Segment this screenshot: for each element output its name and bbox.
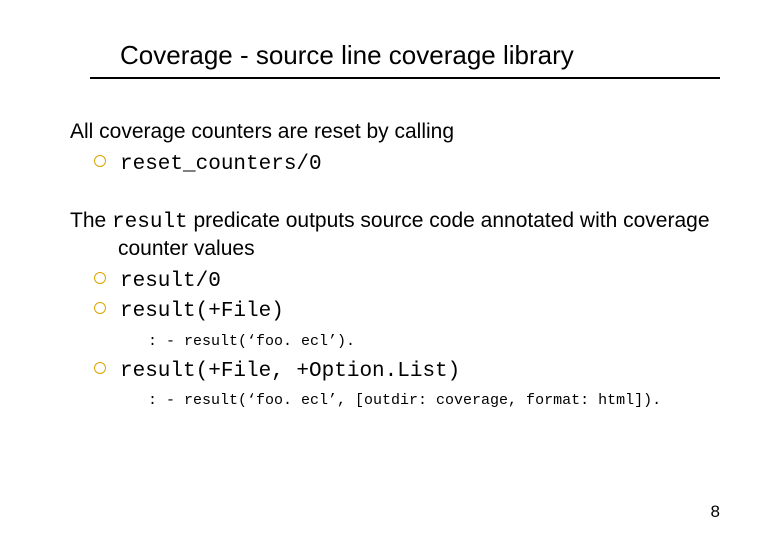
bullet-icon bbox=[94, 155, 106, 167]
list-reset: reset_counters/0 bbox=[94, 149, 720, 179]
para2-text-a: The bbox=[70, 209, 112, 232]
code-result-0: result/0 bbox=[120, 270, 221, 293]
code-result-file: result(+File) bbox=[120, 300, 284, 323]
paragraph-result: The result predicate outputs source code… bbox=[70, 208, 720, 263]
code-result-file-options: result(+File, +Option.List) bbox=[120, 360, 460, 383]
paragraph-reset: All coverage counters are reset by calli… bbox=[70, 119, 720, 145]
bullet-icon bbox=[94, 362, 106, 374]
list-item-result-file: result(+File) bbox=[94, 296, 720, 326]
example-result-file-options: : - result(‘foo. ecl’, [outdir: coverage… bbox=[148, 392, 720, 409]
title-rule bbox=[90, 77, 720, 79]
para2-text-b: predicate outputs source code annotated … bbox=[118, 209, 710, 260]
list-item-reset-counters: reset_counters/0 bbox=[94, 149, 720, 179]
bullet-icon bbox=[94, 302, 106, 314]
list-result: result/0 result(+File) bbox=[94, 266, 720, 327]
list-item-result-0: result/0 bbox=[94, 266, 720, 296]
bullet-icon bbox=[94, 272, 106, 284]
code-reset-counters: reset_counters/0 bbox=[120, 153, 322, 176]
list-item-result-file-options: result(+File, +Option.List) bbox=[94, 356, 720, 386]
slide-title: Coverage - source line coverage library bbox=[120, 40, 720, 71]
para2-code: result bbox=[112, 211, 188, 234]
example-result-file: : - result(‘foo. ecl’). bbox=[148, 333, 720, 350]
list-result-options: result(+File, +Option.List) bbox=[94, 356, 720, 386]
page-number: 8 bbox=[711, 502, 720, 522]
